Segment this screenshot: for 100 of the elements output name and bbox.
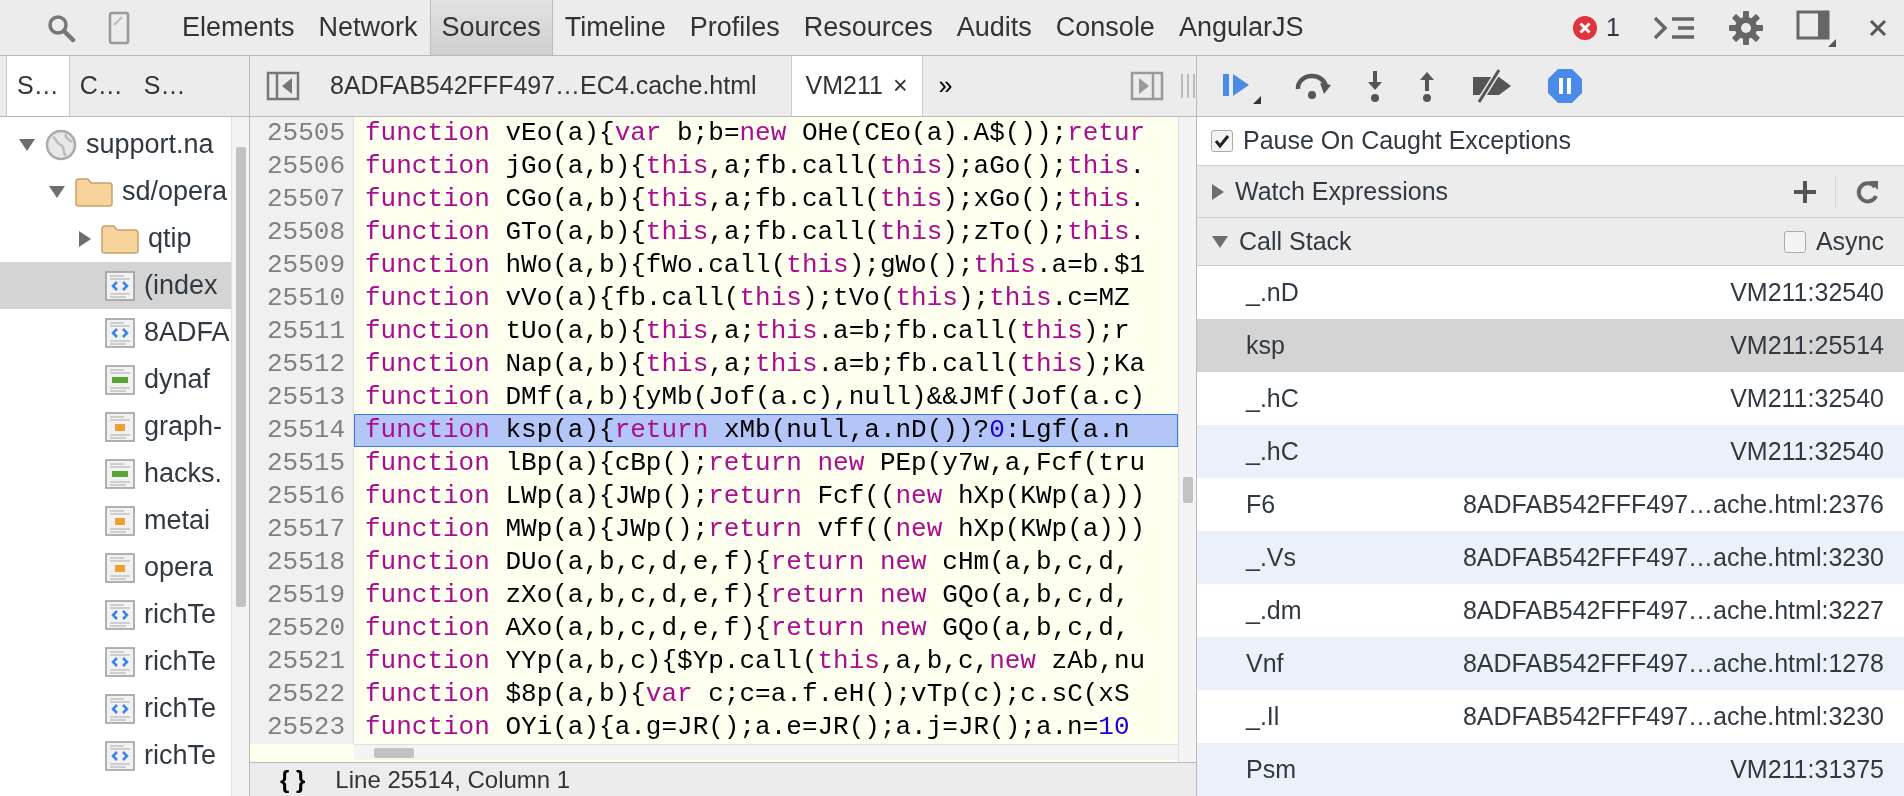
html-file-icon bbox=[104, 739, 136, 772]
tree-label: hacks. bbox=[144, 457, 223, 491]
js-file-icon bbox=[104, 551, 136, 584]
call-frame[interactable]: ksp VM211:25514 bbox=[1197, 319, 1904, 372]
panel-tab[interactable]: Sources bbox=[429, 0, 553, 55]
more-tabs-button[interactable]: » bbox=[922, 67, 969, 105]
tree-item[interactable]: opera bbox=[0, 544, 231, 591]
navigator-tab[interactable]: S… bbox=[133, 56, 197, 116]
line-number: 25517 bbox=[250, 513, 354, 546]
debugger-toggle-icon[interactable] bbox=[1130, 71, 1164, 101]
frame-location: VM211:32540 bbox=[1730, 435, 1884, 467]
panel-tab[interactable]: Audits bbox=[944, 0, 1044, 55]
panel-tab[interactable]: Profiles bbox=[677, 0, 792, 55]
resize-handle-icon[interactable] bbox=[1180, 72, 1196, 100]
tree-item[interactable]: graph- bbox=[0, 403, 231, 450]
call-frame[interactable]: Psm VM211:31375 bbox=[1197, 743, 1904, 796]
call-frame[interactable]: Vnf 8ADFAB542FFF497…ache.html:1278 bbox=[1197, 637, 1904, 690]
html-file-icon bbox=[104, 645, 136, 678]
tree-label: richTe bbox=[144, 645, 217, 679]
tree-item[interactable]: richTe bbox=[0, 685, 231, 732]
code-line: function DMf(a,b){yMb(Jof(a.c),null)&&JMf(Jof(a.c) bbox=[364, 381, 1147, 414]
scrollbar[interactable] bbox=[354, 744, 1178, 760]
search-icon[interactable] bbox=[46, 12, 76, 43]
tree-item[interactable]: qtip bbox=[0, 215, 231, 262]
error-count[interactable]: 1 bbox=[1606, 8, 1620, 47]
check-icon bbox=[1214, 134, 1230, 148]
line-number: 25520 bbox=[250, 612, 354, 645]
section-title[interactable]: Call Stack bbox=[1239, 222, 1352, 261]
code-line: function lBp(a){cBp();return new PEp(y7w,a,Fcf(tru bbox=[364, 447, 1147, 480]
frame-location: VM211:32540 bbox=[1730, 276, 1884, 308]
line-number: 25513 bbox=[250, 381, 354, 414]
code-line: function jGo(a,b){this,a;fb.call(this);aGo();this. bbox=[364, 150, 1147, 183]
frame-location: 8ADFAB542FFF497…ache.html:1278 bbox=[1462, 647, 1884, 679]
tree-item[interactable]: hacks. bbox=[0, 450, 231, 497]
function-name: Vnf bbox=[1246, 647, 1284, 679]
line-number: 25514 bbox=[250, 414, 354, 447]
call-frame[interactable]: F6 8ADFAB542FFF497…ache.html:2376 bbox=[1197, 478, 1904, 531]
panel-tab[interactable]: Elements bbox=[170, 0, 307, 55]
add-icon[interactable] bbox=[1793, 179, 1817, 204]
tree-label: graph- bbox=[144, 410, 223, 444]
line-number: 25507 bbox=[250, 183, 354, 216]
tree-item[interactable]: (index bbox=[0, 262, 231, 309]
panel-tab[interactable]: AngularJS bbox=[1166, 0, 1316, 55]
tree-item[interactable]: support.na bbox=[0, 121, 231, 168]
line-number: 25506 bbox=[250, 150, 354, 183]
panel-tab[interactable]: Timeline bbox=[552, 0, 678, 55]
call-frame[interactable]: _.Vs 8ADFAB542FFF497…ache.html:3230 bbox=[1197, 531, 1904, 584]
call-frame[interactable]: _.Il 8ADFAB542FFF497…ache.html:3230 bbox=[1197, 690, 1904, 743]
pretty-print-button[interactable]: { } bbox=[280, 761, 306, 796]
refresh-icon[interactable] bbox=[1854, 178, 1880, 205]
editor-tab[interactable]: 8ADFAB542FFF497…EC4.cache.html bbox=[316, 56, 771, 116]
line-number: 25511 bbox=[250, 315, 354, 348]
tree-item[interactable]: metai bbox=[0, 497, 231, 544]
settings-icon[interactable] bbox=[1728, 9, 1764, 46]
tree-label: richTe bbox=[144, 739, 217, 773]
code-line: function Nap(a,b){this,a;this.a=b;fb.call(this);Ka bbox=[364, 348, 1147, 381]
line-number: 25509 bbox=[250, 249, 354, 282]
sidebar-toggle-icon[interactable] bbox=[266, 71, 300, 101]
close-icon[interactable] bbox=[1868, 17, 1888, 38]
folder-icon bbox=[74, 175, 114, 208]
pause-icon[interactable] bbox=[1547, 68, 1583, 104]
frame-location: 8ADFAB542FFF497…ache.html:3230 bbox=[1462, 700, 1884, 732]
tree-item[interactable]: dynaf bbox=[0, 356, 231, 403]
call-frame[interactable]: _.dm 8ADFAB542FFF497…ache.html:3227 bbox=[1197, 584, 1904, 637]
line-number: 25523 bbox=[250, 711, 354, 744]
dock-side-icon[interactable] bbox=[1796, 8, 1836, 47]
code-line: function hWo(a,b){fWo.call(this);gWo();this.a=b.$1 bbox=[364, 249, 1147, 282]
tree-item[interactable]: richTe bbox=[0, 638, 231, 685]
tab-close-button[interactable]: × bbox=[892, 67, 908, 105]
call-frame[interactable]: _.nD VM211:32540 bbox=[1197, 266, 1904, 319]
tree-label: metai bbox=[144, 504, 211, 538]
call-frame[interactable]: _.hC VM211:32540 bbox=[1197, 372, 1904, 425]
line-number: 25519 bbox=[250, 579, 354, 612]
checkbox[interactable] bbox=[1211, 130, 1233, 152]
scrollbar[interactable] bbox=[1178, 117, 1196, 762]
panel-tab[interactable]: Console bbox=[1043, 0, 1167, 55]
line-number: 25508 bbox=[250, 216, 354, 249]
navigator-tab[interactable]: C… bbox=[69, 56, 134, 116]
frame-location: VM211:31375 bbox=[1730, 753, 1884, 785]
editor-tab[interactable]: VM211 × bbox=[790, 56, 923, 116]
tree-item[interactable]: sd/opera bbox=[0, 168, 231, 215]
frame-location: 8ADFAB542FFF497…ache.html:3230 bbox=[1462, 541, 1884, 573]
function-name: F6 bbox=[1246, 488, 1276, 520]
tree-item[interactable]: richTe bbox=[0, 732, 231, 779]
scrollbar[interactable] bbox=[231, 117, 249, 796]
tree-label: opera bbox=[144, 551, 214, 585]
step-over-icon[interactable] bbox=[1293, 71, 1333, 101]
panel-tab[interactable]: Resources bbox=[791, 0, 945, 55]
tree-label: 8ADFA bbox=[144, 316, 230, 350]
globe-icon bbox=[44, 127, 78, 162]
tree-item[interactable]: richTe bbox=[0, 591, 231, 638]
step-into-icon[interactable] bbox=[1365, 69, 1385, 103]
call-frame[interactable]: _.hC VM211:32540 bbox=[1197, 425, 1904, 478]
frame-location: 8ADFAB542FFF497…ache.html:3227 bbox=[1462, 594, 1884, 626]
code-line: function DUo(a,b,c,d,e,f){return new cHm(a,b,c,d, bbox=[364, 546, 1131, 579]
navigator-tab[interactable]: S… bbox=[6, 56, 70, 116]
panel-tab[interactable]: Network bbox=[306, 0, 430, 55]
checkbox[interactable] bbox=[1783, 230, 1806, 253]
tree-item[interactable]: 8ADFA bbox=[0, 309, 231, 356]
tree-label: dynaf bbox=[144, 363, 211, 397]
